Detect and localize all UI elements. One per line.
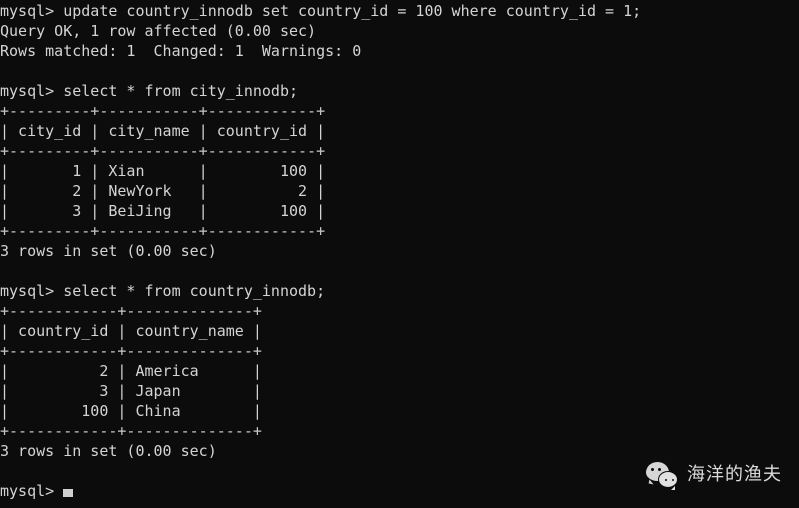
table-border-top-city: +---------+-----------+------------+ — [0, 102, 326, 120]
row-count-status: 3 rows in set (0.00 sec) — [0, 242, 217, 260]
table-border-mid-country: +------------+--------------+ — [0, 342, 262, 360]
table-row: | 100 | China | — [0, 402, 262, 420]
table-row: | 2 | America | — [0, 362, 262, 380]
table-border-bottom-country: +------------+--------------+ — [0, 422, 262, 440]
table-row: | 2 | NewYork | 2 | — [0, 182, 326, 200]
table-border-mid-city: +---------+-----------+------------+ — [0, 142, 326, 160]
command-prompt-line[interactable]: mysql> — [0, 481, 641, 501]
text-cursor — [63, 489, 74, 497]
terminal-line: Query OK, 1 row affected (0.00 sec) — [0, 22, 317, 40]
terminal-line: mysql> update country_innodb set country… — [0, 2, 642, 20]
terminal-line: Rows matched: 1 Changed: 1 Warnings: 0 — [0, 42, 362, 60]
terminal-screen[interactable]: mysql> update country_innodb set country… — [0, 0, 641, 501]
watermark-label: 海洋的渔夫 — [687, 464, 782, 485]
watermark: 海洋的渔夫 — [646, 462, 782, 490]
table-row: | 3 | Japan | — [0, 382, 262, 400]
terminal-window[interactable]: mysql> update country_innodb set country… — [0, 0, 799, 508]
terminal-line: mysql> select * from city_innodb; — [0, 82, 299, 100]
wechat-logo-icon — [646, 462, 678, 490]
table-header-city: | city_id | city_name | country_id | — [0, 122, 326, 140]
terminal-line: mysql> select * from country_innodb; — [0, 282, 326, 300]
table-row: | 3 | BeiJing | 100 | — [0, 202, 326, 220]
row-count-status: 3 rows in set (0.00 sec) — [0, 442, 217, 460]
table-border-bottom-city: +---------+-----------+------------+ — [0, 222, 326, 240]
table-border-top-country: +------------+--------------+ — [0, 302, 262, 320]
table-header-country: | country_id | country_name | — [0, 322, 262, 340]
prompt-text: mysql> — [0, 482, 64, 500]
table-row: | 1 | Xian | 100 | — [0, 162, 326, 180]
